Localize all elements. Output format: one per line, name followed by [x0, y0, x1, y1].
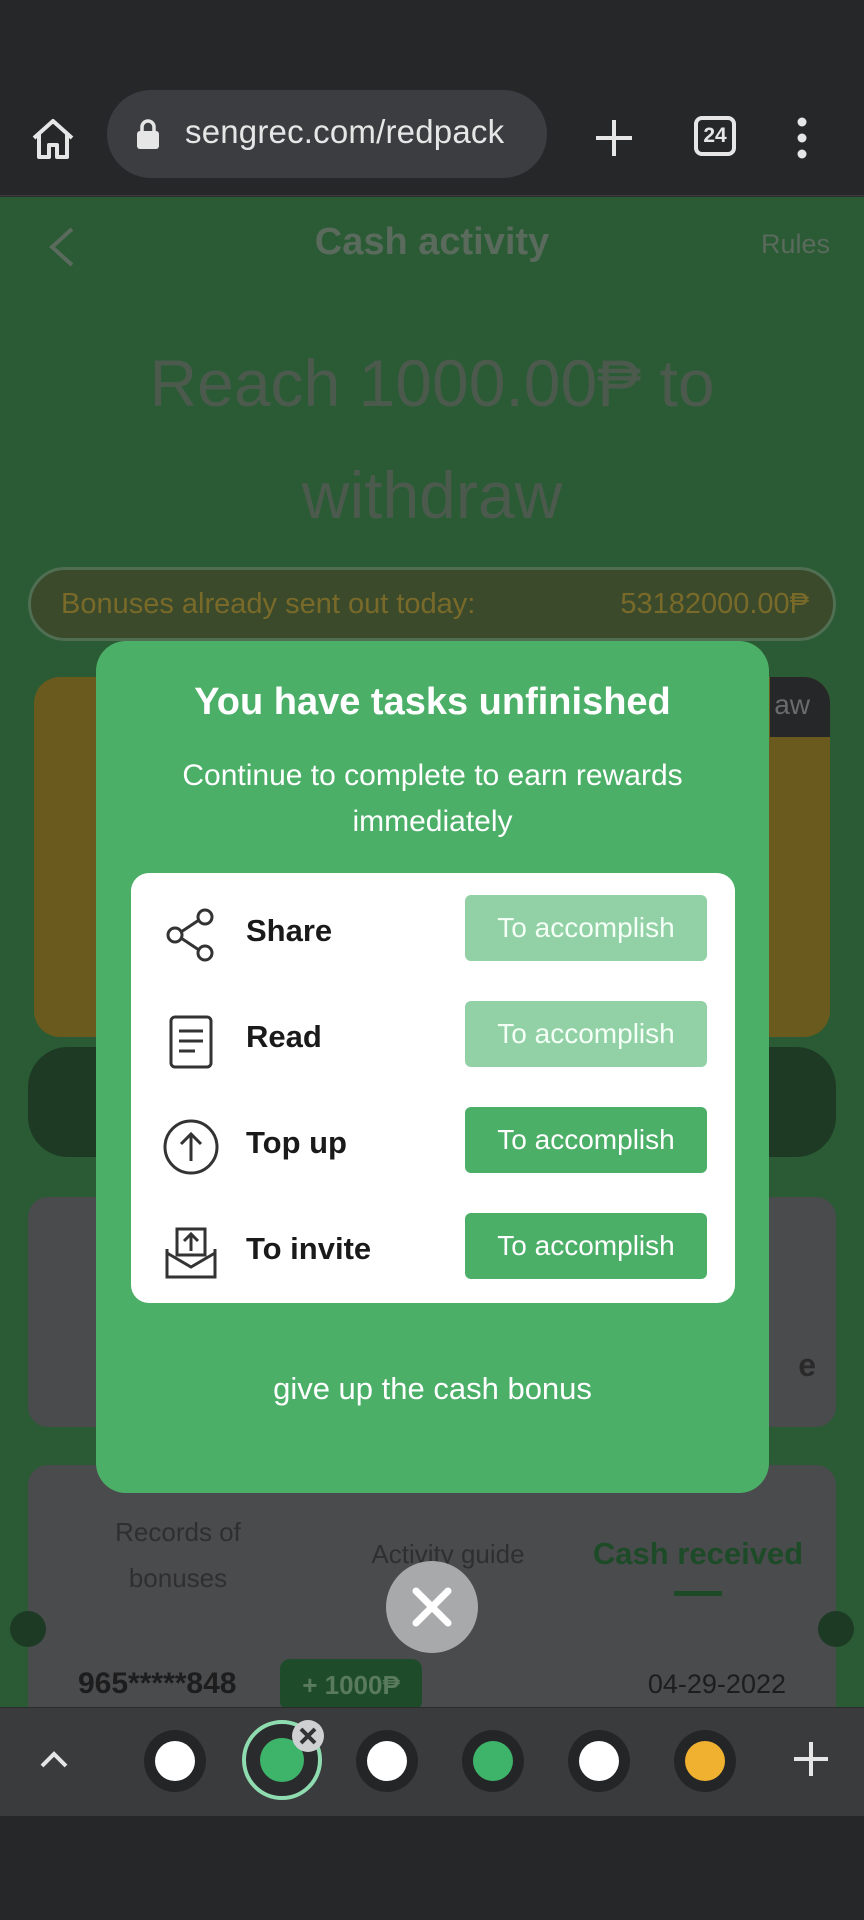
- home-icon[interactable]: [28, 114, 78, 164]
- new-tab-icon[interactable]: [590, 114, 638, 162]
- tasks-dialog: You have tasks unfinished Continue to co…: [96, 641, 769, 1493]
- app-logo-icon: [155, 1741, 195, 1781]
- dialog-subtitle: Continue to complete to earn rewards imm…: [182, 759, 683, 838]
- status-bar: [0, 0, 864, 90]
- accomplish-read-button[interactable]: To accomplish: [465, 1001, 707, 1067]
- tab-switcher-button[interactable]: 24: [694, 116, 736, 156]
- dock-app-browser[interactable]: [356, 1730, 418, 1792]
- ticket-notch-left: [10, 1611, 46, 1647]
- box-icon: [685, 1741, 725, 1781]
- page-title: Cash activity: [314, 221, 550, 263]
- bonus-label: Bonuses already sent out today:: [61, 588, 476, 620]
- dock-app-like[interactable]: [462, 1730, 524, 1792]
- record-amount: + 1000₱: [280, 1659, 422, 1707]
- thumbs-up-icon: [473, 1741, 513, 1781]
- dialog-title: You have tasks unfinished: [194, 681, 671, 723]
- hand-icon: [579, 1741, 619, 1781]
- dock-app-1[interactable]: [144, 1730, 206, 1792]
- dock-app-help[interactable]: [568, 1730, 630, 1792]
- globe-icon: [367, 1741, 407, 1781]
- accomplish-share-button[interactable]: To accomplish: [465, 895, 707, 961]
- close-bubble-button[interactable]: [292, 1720, 324, 1752]
- tab-cash-received[interactable]: Cash received: [578, 1531, 818, 1577]
- lock-icon: [137, 119, 159, 149]
- task-name: Read: [246, 1019, 322, 1054]
- tab-underline: [674, 1591, 722, 1596]
- arrow-up-circle-icon: [163, 1119, 219, 1175]
- inbox-upload-icon: [165, 1227, 217, 1279]
- close-dialog-button[interactable]: [386, 1561, 478, 1653]
- bonus-value: 53182000.00₱: [620, 588, 809, 620]
- card-text-fragment: aw: [774, 689, 810, 720]
- close-icon: [299, 1727, 317, 1745]
- record-user: 965*****848: [78, 1667, 237, 1700]
- task-name: To invite: [246, 1231, 372, 1266]
- document-icon: [169, 1015, 213, 1069]
- close-icon: [412, 1587, 452, 1627]
- task-list: Share To accomplish Read To accomplish T…: [131, 873, 735, 1303]
- accomplish-top-up-button[interactable]: To accomplish: [465, 1107, 707, 1173]
- task-share: Share To accomplish: [131, 881, 735, 987]
- dock-app-box[interactable]: [674, 1730, 736, 1792]
- info-card-fragment: e: [798, 1347, 816, 1383]
- record-date: 04-29-2022: [647, 1669, 786, 1699]
- rules-link[interactable]: Rules: [761, 229, 830, 260]
- task-read: Read To accomplish: [131, 987, 735, 1093]
- task-invite: To invite To accomplish: [131, 1199, 735, 1305]
- add-icon[interactable]: [790, 1738, 832, 1780]
- browser-toolbar: sengrec.com/redpack 24: [0, 90, 864, 196]
- tab-records[interactable]: Records of bonuses: [68, 1509, 288, 1601]
- bonus-ticker: Bonuses already sent out today: 53182000…: [28, 567, 836, 641]
- system-nav-bar: [0, 1816, 864, 1920]
- withdraw-headline: Reach 1000.00₱ to withdraw: [149, 346, 715, 532]
- chevron-up-icon[interactable]: [36, 1742, 72, 1778]
- give-up-link[interactable]: give up the cash bonus: [96, 1371, 769, 1407]
- share-icon: [166, 908, 214, 962]
- url-text: sengrec.com/redpack: [185, 113, 505, 150]
- ticket-notch-right: [818, 1611, 854, 1647]
- task-top-up: Top up To accomplish: [131, 1093, 735, 1199]
- task-name: Top up: [246, 1125, 347, 1160]
- overflow-menu-icon[interactable]: [790, 116, 814, 160]
- app-dock: [0, 1708, 864, 1816]
- task-name: Share: [246, 913, 333, 948]
- address-bar[interactable]: sengrec.com/redpack: [107, 90, 547, 178]
- accomplish-invite-button[interactable]: To accomplish: [465, 1213, 707, 1279]
